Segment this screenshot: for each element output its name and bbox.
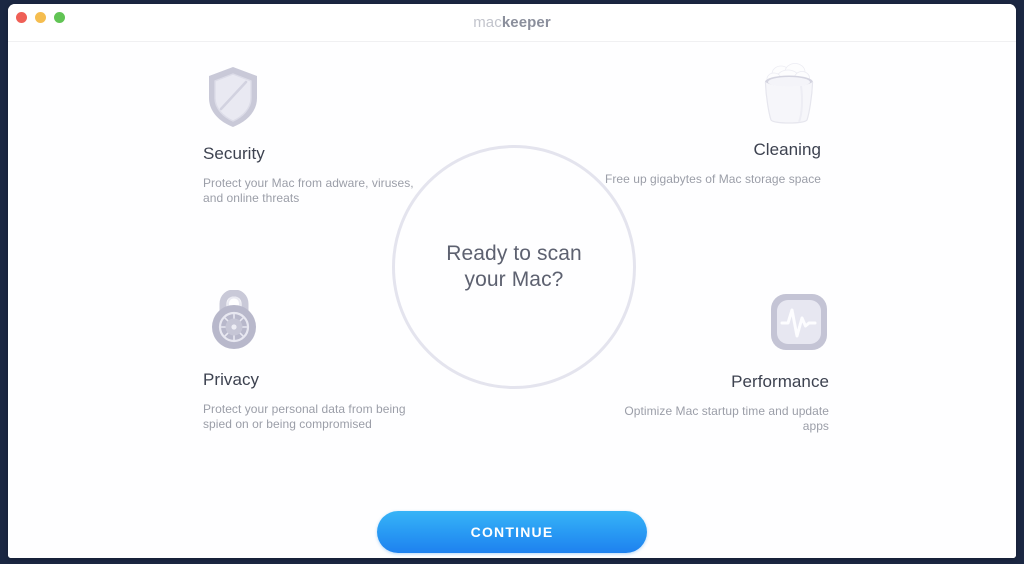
app-logo: mac keeper: [8, 4, 1016, 41]
scan-status-circle[interactable]: Ready to scan your Mac?: [392, 145, 636, 389]
feature-title-privacy: Privacy: [203, 370, 260, 389]
feature-cleaning: Cleaning Free up gigabytes of Mac storag…: [591, 60, 821, 187]
app-logo-suffix: keeper: [501, 14, 551, 31]
feature-title-performance: Performance: [731, 372, 829, 391]
pulse-monitor-icon: [599, 292, 829, 362]
main-content: Security Protect your Mac from adware, v…: [8, 42, 1016, 558]
feature-description-security: Protect your Mac from adware, viruses, a…: [203, 176, 414, 205]
feature-description-privacy: Protect your personal data from being sp…: [203, 402, 406, 431]
scan-prompt-text: Ready to scan your Mac?: [446, 242, 582, 291]
mackeeper-window: mac keeper Security Protect your Mac from…: [8, 4, 1016, 558]
continue-button[interactable]: CONTINUE: [377, 511, 647, 553]
feature-title-cleaning: Cleaning: [753, 140, 821, 159]
window-titlebar: mac keeper: [8, 4, 1016, 42]
desktop-background: mac keeper Security Protect your Mac from…: [0, 0, 1024, 564]
feature-description-cleaning: Free up gigabytes of Mac storage space: [604, 172, 821, 186]
feature-description-performance: Optimize Mac startup time and update app…: [624, 404, 829, 433]
trash-bin-icon: [591, 60, 821, 130]
feature-performance: Performance Optimize Mac startup time an…: [599, 292, 829, 434]
feature-privacy: Privacy Protect your personal data from …: [203, 289, 433, 432]
app-logo-prefix: mac: [473, 14, 502, 31]
shield-icon: [203, 64, 433, 134]
feature-title-security: Security: [203, 144, 265, 163]
feature-security: Security Protect your Mac from adware, v…: [203, 64, 433, 206]
